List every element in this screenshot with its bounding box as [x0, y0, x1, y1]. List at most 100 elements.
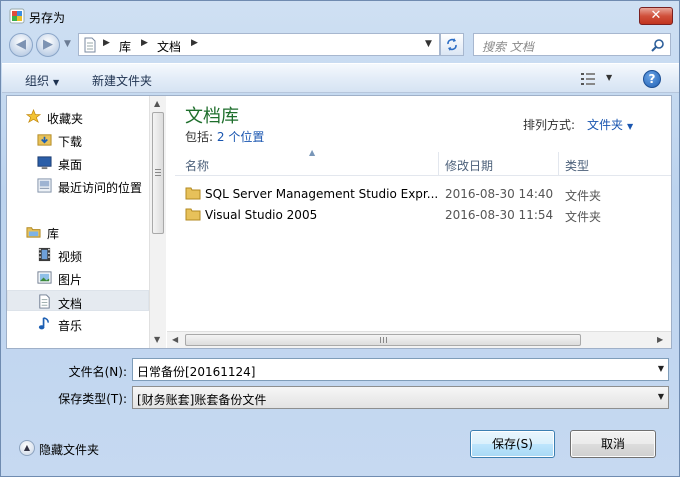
file-row[interactable]: Visual Studio 2005 2016-08-30 11:54 文件夹 [175, 205, 671, 225]
help-icon[interactable]: ? [643, 70, 661, 88]
arrange-by-dropdown[interactable]: 文件夹 ▼ [587, 116, 633, 133]
music-icon [38, 317, 49, 330]
title-bar[interactable]: 另存为 ✕ [1, 1, 679, 31]
nav-label: 收藏夹 [47, 112, 84, 126]
nav-item-documents[interactable]: 文档 [7, 290, 149, 311]
column-name[interactable]: 名称 [185, 157, 209, 174]
nav-item-favorites[interactable]: 收藏夹 [7, 106, 149, 127]
breadcrumb-library[interactable]: 库 [119, 38, 131, 55]
file-row[interactable]: SQL Server Management Studio Expr... 201… [175, 184, 671, 204]
nav-label: 最近访问的位置 [58, 181, 143, 195]
column-type[interactable]: 类型 [565, 157, 589, 174]
chevron-down-icon[interactable]: ▼ [658, 364, 664, 373]
scrollbar-thumb[interactable] [152, 112, 164, 234]
desktop-icon [37, 156, 52, 170]
nav-item-libraries[interactable]: 库 [7, 221, 149, 242]
view-options-icon[interactable] [580, 72, 596, 86]
nav-item-videos[interactable]: 视频 [7, 244, 149, 265]
folder-icon [185, 208, 201, 221]
browser-content: 收藏夹 下载 桌面 最近访问的位置 库 视频 图片 文档 音乐 ▲ ▼ 文档库 … [6, 95, 672, 349]
organize-label: 组织 [25, 74, 50, 88]
window-title: 另存为 [29, 11, 66, 25]
documents-icon [84, 37, 96, 53]
column-divider[interactable] [558, 152, 559, 176]
command-toolbar: 组织 ▼ 新建文件夹 ▼ ? [2, 63, 679, 93]
file-name: SQL Server Management Studio Expr... [205, 187, 437, 201]
column-header: ▲ 名称 修改日期 类型 [175, 148, 671, 176]
nav-item-music[interactable]: 音乐 [7, 313, 149, 334]
filetype-label: 保存类型(T): [58, 392, 127, 406]
scroll-right-icon[interactable]: ▶ [657, 335, 663, 344]
scroll-down-icon[interactable]: ▼ [154, 335, 160, 344]
grip-line [155, 172, 161, 173]
organize-menu[interactable]: 组织 ▼ [25, 72, 59, 89]
nav-label: 桌面 [58, 158, 83, 172]
file-type: 文件夹 [565, 210, 602, 224]
arrange-by-value: 文件夹 [587, 118, 624, 132]
nav-label: 库 [47, 227, 60, 241]
save-button[interactable]: 保存(S) [470, 430, 555, 458]
filename-label: 文件名(N): [68, 365, 127, 379]
back-arrow-icon: ◀ [16, 37, 26, 52]
filename-field[interactable]: 日常备份[20161124] ▼ [132, 358, 669, 381]
nav-label: 图片 [58, 273, 83, 287]
nav-item-pictures[interactable]: 图片 [7, 267, 149, 288]
breadcrumb-arrow-icon[interactable]: ▶ [103, 38, 110, 48]
search-input[interactable]: 搜索 文档 [473, 33, 671, 56]
file-pane-horizontal-scrollbar[interactable]: ◀ ▶ [167, 331, 671, 348]
save-as-dialog: 另存为 ✕ ◀ ▶ ▼ ▶ 库 ▶ 文档 ▶ ▼ 搜索 文档 组织 ▼ 新建文件… [0, 0, 680, 477]
nav-item-downloads[interactable]: 下载 [7, 129, 149, 150]
library-title: 文档库 [185, 106, 239, 127]
library-icon [26, 227, 41, 238]
chevron-down-icon: ▼ [53, 78, 60, 87]
breadcrumb-arrow-icon[interactable]: ▶ [191, 38, 198, 48]
filetype-select[interactable]: [财务账套]账套备份文件 ▼ [132, 386, 669, 409]
grip-line [155, 175, 161, 176]
grip-line [155, 169, 161, 170]
scroll-up-icon[interactable]: ▲ [154, 99, 160, 108]
forward-arrow-icon: ▶ [43, 37, 53, 52]
view-dropdown-icon[interactable]: ▼ [606, 73, 612, 82]
nav-item-recent-places[interactable]: 最近访问的位置 [7, 175, 149, 196]
chevron-down-icon: ▼ [657, 392, 664, 401]
grip-line [383, 337, 384, 343]
address-dropdown-icon[interactable]: ▼ [425, 39, 432, 49]
video-icon [38, 247, 51, 262]
column-divider[interactable] [438, 152, 439, 176]
search-icon[interactable] [651, 38, 665, 52]
app-icon [9, 8, 25, 24]
download-folder-icon [37, 134, 52, 146]
column-date[interactable]: 修改日期 [445, 157, 493, 174]
hide-folders-toggle[interactable]: ▲ [19, 440, 35, 456]
filename-value: 日常备份[20161124] [137, 365, 256, 379]
close-button[interactable]: ✕ [639, 7, 673, 25]
file-date: 2016-08-30 11:54 [445, 208, 554, 222]
scroll-left-icon[interactable]: ◀ [172, 335, 178, 344]
file-name: Visual Studio 2005 [205, 208, 318, 222]
search-placeholder: 搜索 文档 [482, 40, 534, 54]
includes-locations-link[interactable]: 2 个位置 [217, 130, 264, 144]
navigation-pane: 收藏夹 下载 桌面 最近访问的位置 库 视频 图片 文档 音乐 ▲ ▼ [7, 96, 167, 348]
star-icon [26, 109, 41, 124]
file-type: 文件夹 [565, 189, 602, 203]
forward-button[interactable]: ▶ [36, 33, 60, 57]
nav-label: 下载 [58, 135, 83, 149]
recent-pages-dropdown-icon[interactable]: ▼ [64, 39, 71, 49]
breadcrumb-arrow-icon[interactable]: ▶ [141, 38, 148, 48]
documents-icon [39, 294, 50, 309]
arrange-by-label: 排列方式: [523, 118, 576, 132]
cancel-button[interactable]: 取消 [570, 430, 656, 458]
grip-line [380, 337, 381, 343]
scrollbar-thumb[interactable] [185, 334, 581, 346]
refresh-button[interactable] [440, 33, 464, 56]
nav-item-desktop[interactable]: 桌面 [7, 152, 149, 173]
back-button[interactable]: ◀ [9, 33, 33, 57]
address-bar[interactable]: ▶ 库 ▶ 文档 ▶ ▼ [78, 33, 440, 56]
navigation-scrollbar[interactable]: ▲ ▼ [149, 96, 166, 348]
filetype-value: [财务账套]账套备份文件 [137, 393, 267, 407]
breadcrumb-documents[interactable]: 文档 [157, 38, 181, 55]
includes-label: 包括: [185, 130, 214, 144]
new-folder-button[interactable]: 新建文件夹 [92, 72, 152, 89]
hide-folders-label[interactable]: 隐藏文件夹 [39, 441, 99, 458]
recent-places-icon [37, 178, 52, 193]
